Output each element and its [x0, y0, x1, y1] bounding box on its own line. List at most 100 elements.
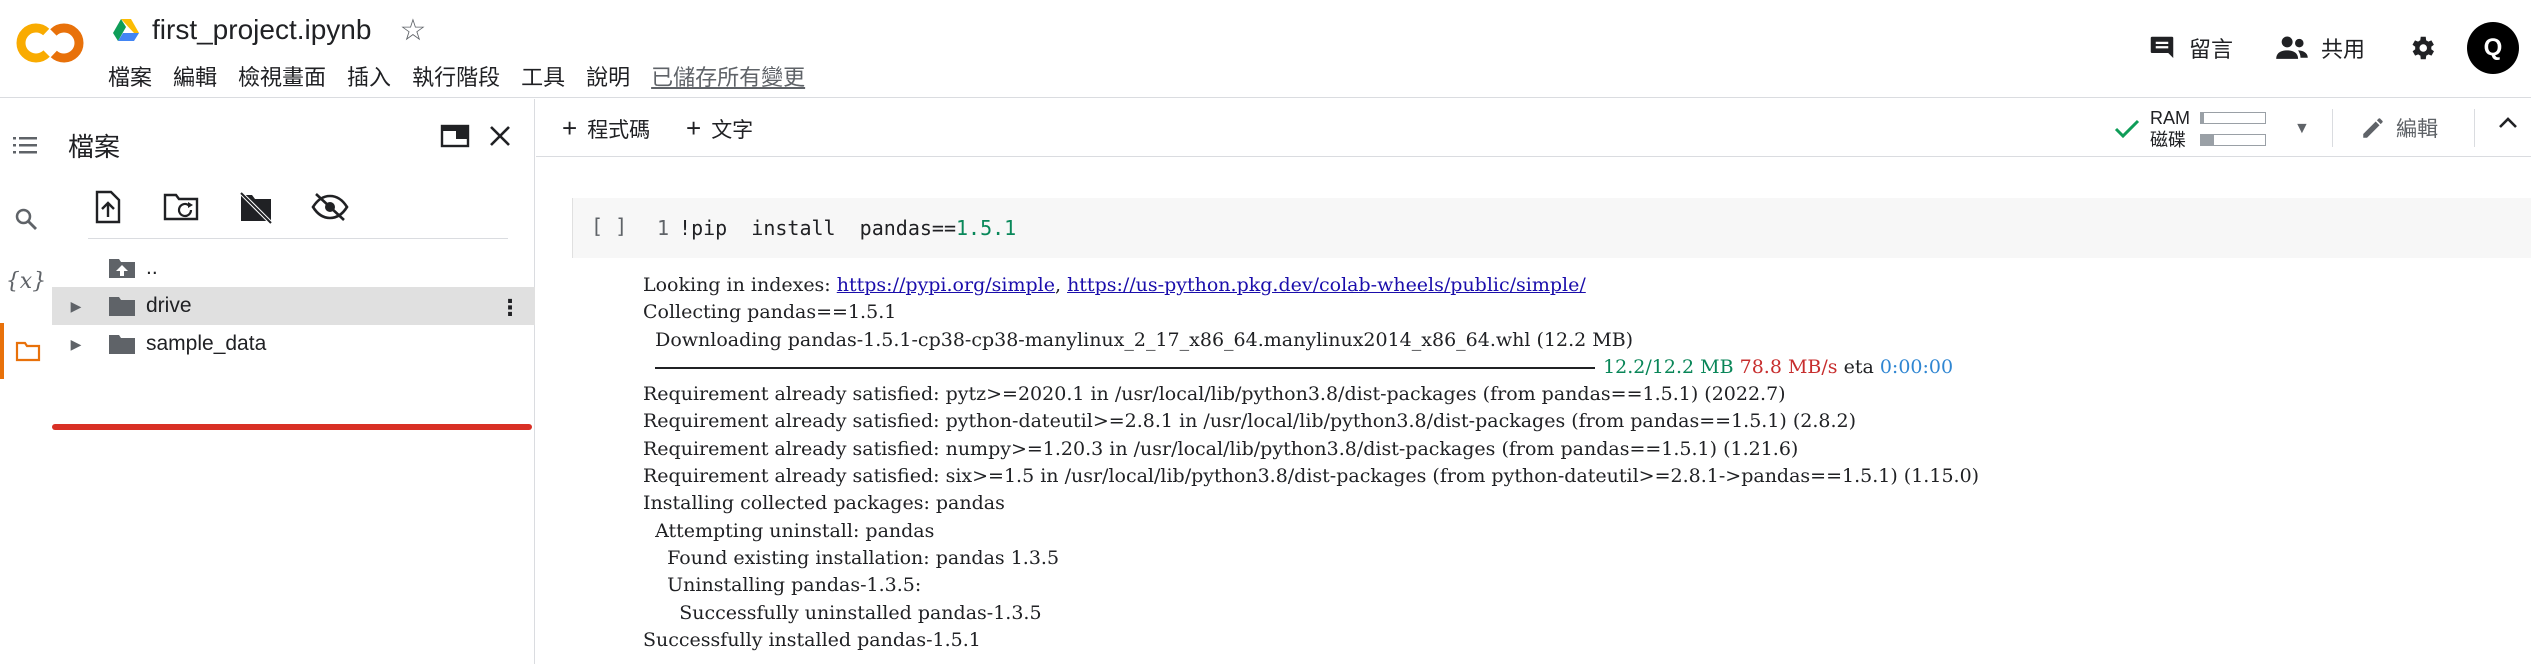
close-icon[interactable]: [488, 124, 512, 148]
output-line: Found existing installation: pandas 1.3.…: [643, 546, 1060, 569]
add-code-button[interactable]: + 程式碼: [562, 113, 650, 144]
progress-eta-label: eta: [1843, 355, 1874, 378]
menu-file[interactable]: 檔案: [108, 60, 152, 92]
panel-controls: [440, 123, 512, 149]
people-icon: [2276, 36, 2308, 59]
title-row: first_project.ipynb ☆: [112, 10, 426, 50]
hide-icon[interactable]: [310, 187, 350, 227]
file-tree: .. ▶ drive ⋮ ▶ sample_data: [52, 249, 535, 363]
menu-edit[interactable]: 編輯: [173, 60, 217, 92]
toc-icon[interactable]: [0, 117, 52, 173]
edit-label: 編輯: [2396, 118, 2438, 141]
output-line: Attempting uninstall: pandas: [643, 519, 935, 542]
folder-icon: [109, 335, 135, 354]
ram-usage-bar: [2200, 112, 2266, 124]
download-progress-bar: [655, 366, 1596, 369]
output-line: Requirement already satisfied: python-da…: [643, 410, 1857, 433]
notebook-toolbar: + 程式碼 + 文字 RAM 磁碟 ▼ 編輯: [536, 99, 2531, 157]
menu-insert[interactable]: 插入: [347, 60, 391, 92]
files-panel: 檔案 .. ▶ drive ⋮ ▶ sample_data: [52, 99, 535, 664]
chevron-up-icon[interactable]: [2496, 111, 2520, 135]
output-line: Requirement already satisfied: pytz>=202…: [643, 383, 1786, 406]
colab-logo[interactable]: [14, 19, 86, 67]
toolbar-divider: [2332, 109, 2333, 147]
code-version: 1.5.1: [956, 216, 1017, 240]
refresh-folder-icon[interactable]: [162, 187, 202, 227]
toolbar-divider: [88, 238, 508, 239]
plus-icon: +: [562, 113, 578, 143]
menu-help[interactable]: 說明: [586, 60, 630, 92]
progress-speed: 78.8 MB/s: [1739, 355, 1838, 378]
cell-output: Looking in indexes: https://pypi.org/sim…: [643, 272, 1979, 654]
output-line: Successfully uninstalled pandas-1.3.5: [643, 601, 1042, 624]
chevron-down-icon[interactable]: ▼: [2294, 120, 2310, 138]
code-cell[interactable]: [ ] 1 !pip install pandas==1.5.1: [572, 198, 2531, 258]
tree-item-label: drive: [146, 294, 192, 317]
plus-icon: +: [686, 113, 702, 143]
tree-item-parent[interactable]: ..: [52, 249, 535, 287]
google-drive-icon[interactable]: [112, 18, 140, 42]
progress-size: 12.2/12.2 MB: [1603, 355, 1734, 378]
unmount-drive-icon[interactable]: [236, 187, 276, 227]
resource-monitor[interactable]: RAM 磁碟 ▼: [2114, 107, 2310, 151]
left-rail: {x}: [0, 99, 52, 664]
check-icon: [2114, 119, 2140, 139]
upload-file-icon[interactable]: [88, 187, 128, 227]
comment-icon: [2150, 36, 2174, 58]
folder-icon: [109, 297, 135, 316]
account-avatar[interactable]: Q: [2467, 22, 2519, 74]
add-code-label: 程式碼: [587, 118, 651, 142]
top-header: first_project.ipynb ☆ 檔案 編輯 檢視畫面 插入 執行階段…: [0, 0, 2531, 98]
expand-arrow-icon[interactable]: ▶: [64, 298, 88, 315]
line-number: 1: [657, 216, 670, 240]
more-options-icon[interactable]: ⋮: [499, 295, 521, 321]
disk-label: 磁碟: [2150, 130, 2186, 150]
open-in-tab-icon[interactable]: [440, 123, 470, 149]
run-cell-button[interactable]: [ ]: [591, 214, 627, 238]
progress-eta: 0:00:00: [1879, 355, 1954, 378]
output-line-looking: Looking in indexes: https://pypi.org/sim…: [643, 274, 1586, 296]
output-line-downloading: Downloading pandas-1.5.1-cp38-cp38-manyl…: [643, 328, 1634, 351]
files-toolbar: [88, 187, 384, 227]
share-button[interactable]: 共用: [2275, 32, 2365, 64]
tree-item-drive[interactable]: ▶ drive ⋮: [52, 287, 535, 325]
search-icon[interactable]: [0, 191, 52, 247]
colab-app: first_project.ipynb ☆ 檔案 編輯 檢視畫面 插入 執行階段…: [0, 0, 2531, 664]
menu-view[interactable]: 檢視畫面: [238, 60, 326, 92]
menu-tools[interactable]: 工具: [521, 60, 565, 92]
tree-item-sample-data[interactable]: ▶ sample_data: [52, 325, 535, 363]
download-progress: 12.2/12.2 MB 78.8 MB/s eta 0:00:00: [643, 354, 1979, 381]
gear-icon[interactable]: [2407, 33, 2437, 63]
output-line: Installing collected packages: pandas: [643, 492, 1005, 515]
comment-label: 留言: [2188, 37, 2233, 62]
output-line: Requirement already satisfied: numpy>=1.…: [643, 437, 1799, 460]
comment-button[interactable]: 留言: [2147, 32, 2233, 64]
add-text-label: 文字: [711, 118, 754, 142]
saved-status-link[interactable]: 已儲存所有變更: [651, 60, 805, 92]
header-actions: 留言 共用 Q: [2147, 20, 2531, 76]
output-line: Uninstalling pandas-1.3.5:: [643, 574, 922, 597]
folder-up-icon: [109, 259, 135, 278]
add-text-button[interactable]: + 文字: [686, 113, 753, 144]
tree-item-label: sample_data: [146, 332, 267, 355]
edit-button[interactable]: 編輯: [2360, 113, 2438, 143]
share-label: 共用: [2320, 37, 2365, 62]
menu-bar: 檔案 編輯 檢視畫面 插入 執行階段 工具 說明 已儲存所有變更: [108, 60, 826, 92]
output-line-collecting: Collecting pandas==1.5.1: [643, 301, 897, 324]
menu-runtime[interactable]: 執行階段: [412, 60, 500, 92]
tree-item-label: ..: [146, 256, 158, 279]
output-line: Requirement already satisfied: six>=1.5 …: [643, 465, 1980, 488]
toolbar-divider: [2474, 109, 2475, 147]
index-link-colab-wheels[interactable]: https://us-python.pkg.dev/colab-wheels/p…: [1067, 274, 1586, 296]
highlight-underline: [52, 424, 532, 430]
variables-icon[interactable]: {x}: [0, 253, 52, 309]
index-link-pypi[interactable]: https://pypi.org/simple: [837, 274, 1055, 296]
expand-arrow-icon[interactable]: ▶: [64, 336, 88, 353]
notebook-title[interactable]: first_project.ipynb: [152, 14, 371, 46]
ram-label: RAM: [2150, 108, 2190, 128]
code-text: !pip install pandas==: [679, 216, 956, 240]
disk-usage-bar: [2200, 134, 2266, 146]
star-icon[interactable]: ☆: [399, 13, 426, 48]
code-editor[interactable]: 1 !pip install pandas==1.5.1: [657, 216, 1016, 240]
folder-icon[interactable]: [0, 323, 52, 379]
